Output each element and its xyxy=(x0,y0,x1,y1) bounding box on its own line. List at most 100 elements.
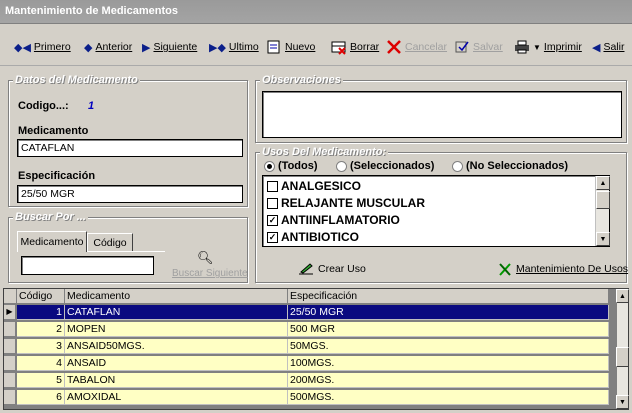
cell-codigo[interactable]: 6 xyxy=(17,390,65,405)
radio-no-seleccionados-dot xyxy=(452,160,463,172)
table-row[interactable]: ▶ 1 CATAFLAN 25/50 MGR xyxy=(4,305,609,320)
tab-codigo[interactable]: Código xyxy=(87,233,133,251)
table-row[interactable]: 3 ANSAID50MGS. 50MGS. xyxy=(4,339,609,354)
toolbar: ◆◀ Primero ◆ Anterior ▶ Siguiente ▶◆ Ult… xyxy=(0,24,632,66)
codigo-label: Codigo...: xyxy=(18,100,69,112)
row-indicator[interactable] xyxy=(4,373,16,388)
radio-todos[interactable]: (Todos) xyxy=(264,160,318,172)
header-codigo[interactable]: Código xyxy=(17,289,65,304)
cell-codigo[interactable]: 3 xyxy=(17,339,65,354)
row-indicator[interactable] xyxy=(4,356,16,371)
cell-medicamento[interactable]: MOPEN xyxy=(65,322,288,337)
grid-scroll-up-icon[interactable]: ▲ xyxy=(616,289,629,303)
medicamentos-grid: Código Medicamento Especificación ▶ 1 CATA… xyxy=(3,288,629,410)
uso-item-analgesico[interactable]: ANALGESICO xyxy=(267,179,361,193)
radio-todos-dot xyxy=(264,160,275,172)
ultimo-button[interactable]: ▶◆ Ultimo xyxy=(209,38,259,56)
uso-item-antiinflamatorio[interactable]: ✓ ANTIINFLAMATORIO xyxy=(267,213,400,227)
scroll-down-icon[interactable]: ▼ xyxy=(596,232,610,246)
cell-codigo[interactable]: 4 xyxy=(17,356,65,371)
row-pointer-icon[interactable]: ▶ xyxy=(4,305,16,320)
title-bar: Mantenimiento de Medicamentos xyxy=(0,0,632,24)
grid-corner xyxy=(4,289,17,304)
cell-codigo[interactable]: 5 xyxy=(17,373,65,388)
cell-especificacion[interactable]: 500 MGR xyxy=(288,322,609,337)
siguiente-button[interactable]: ▶ Siguiente xyxy=(142,38,197,56)
table-row[interactable]: 2 MOPEN 500 MGR xyxy=(4,322,609,337)
radio-seleccionados-dot xyxy=(336,160,347,172)
scroll-up-icon[interactable]: ▲ xyxy=(596,176,610,190)
medicamento-field[interactable]: CATAFLAN xyxy=(17,139,243,157)
grid-scroll-down-icon[interactable]: ▼ xyxy=(616,395,629,409)
observaciones-textarea[interactable] xyxy=(262,91,622,138)
magnifier-icon[interactable]: 🔍︎ xyxy=(197,250,214,266)
cell-especificacion[interactable]: 25/50 MGR xyxy=(288,305,609,320)
cell-medicamento[interactable]: TABALON xyxy=(65,373,288,388)
salir-button[interactable]: ◀ Salir xyxy=(592,38,624,56)
primero-button[interactable]: ◆◀ Primero xyxy=(14,38,71,56)
buscar-input[interactable] xyxy=(21,256,154,275)
cell-codigo[interactable]: 2 xyxy=(17,322,65,337)
grid-scrollbar[interactable]: ▲ ▼ xyxy=(616,289,629,409)
scroll-thumb[interactable] xyxy=(596,191,610,209)
cell-medicamento[interactable]: AMOXIDAL xyxy=(65,390,288,405)
checkbox-relajante[interactable] xyxy=(267,197,278,209)
delete-table-icon xyxy=(331,41,346,55)
last-arrow-icon: ▶◆ xyxy=(209,41,226,54)
checkbox-antibiotico[interactable]: ✓ xyxy=(267,231,278,243)
table-row[interactable]: 5 TABALON 200MGS. xyxy=(4,373,609,388)
usos-scrollbar[interactable]: ▲ ▼ xyxy=(595,176,610,246)
observaciones-group-title: Observaciones xyxy=(260,74,343,86)
especificacion-field[interactable]: 25/50 MGR xyxy=(17,185,243,203)
checkbox-analgesico[interactable] xyxy=(267,180,278,192)
cancelar-button[interactable]: Cancelar xyxy=(386,38,447,56)
window-title: Mantenimiento de Medicamentos xyxy=(5,5,178,17)
new-document-icon xyxy=(267,40,280,54)
prev-arrow-icon: ◆ xyxy=(84,41,93,54)
header-especificacion[interactable]: Especificación xyxy=(288,289,609,304)
salvar-button[interactable]: Salvar xyxy=(454,38,503,56)
imprimir-button[interactable]: ▼ Imprimir xyxy=(514,38,582,56)
cell-medicamento[interactable]: ANSAID xyxy=(65,356,288,371)
radio-no-seleccionados[interactable]: (No Seleccionados) xyxy=(452,160,568,172)
uso-item-relajante[interactable]: RELAJANTE MUSCULAR xyxy=(267,196,425,210)
tab-medicamento[interactable]: Medicamento xyxy=(17,231,87,252)
tools-icon xyxy=(499,263,511,276)
table-row[interactable]: 6 AMOXIDAL 500MGS. xyxy=(4,390,609,405)
usos-list: ANALGESICO RELAJANTE MUSCULAR ✓ ANTIINFLA… xyxy=(262,175,610,247)
codigo-value: 1 xyxy=(88,100,95,112)
create-pencil-icon xyxy=(299,263,313,275)
row-indicator[interactable] xyxy=(4,339,16,354)
radio-seleccionados[interactable]: (Seleccionados) xyxy=(336,160,434,172)
cell-codigo[interactable]: 1 xyxy=(17,305,65,320)
nuevo-button[interactable]: Nuevo xyxy=(266,38,315,56)
uso-item-antibiotico[interactable]: ✓ ANTIBIOTICO xyxy=(267,230,359,244)
first-arrow-icon: ◆◀ xyxy=(14,41,31,54)
mantenimiento-usos-button[interactable]: Mantenimiento De Usos xyxy=(498,262,628,276)
next-arrow-icon: ▶ xyxy=(142,41,151,54)
row-indicator[interactable] xyxy=(4,390,16,405)
exit-arrow-icon: ◀ xyxy=(592,41,601,54)
usos-filter-row: (Todos) (Seleccionados) (No Seleccionado… xyxy=(262,160,622,174)
dropdown-arrow-icon: ▼ xyxy=(533,42,541,52)
usos-group-title: Usos Del Medicamento: xyxy=(260,146,389,158)
grid-scroll-thumb[interactable] xyxy=(616,347,629,367)
medicamento-label: Medicamento xyxy=(18,125,89,137)
header-medicamento[interactable]: Medicamento xyxy=(65,289,288,304)
cell-especificacion[interactable]: 500MGS. xyxy=(288,390,609,405)
cancel-icon xyxy=(387,40,401,54)
buscar-siguiente-button[interactable]: Buscar Siguiente xyxy=(172,268,248,279)
table-row[interactable]: 4 ANSAID 100MGS. xyxy=(4,356,609,371)
datos-group-title: Datos del Medicamento xyxy=(13,74,140,86)
cell-especificacion[interactable]: 200MGS. xyxy=(288,373,609,388)
checkbox-antiinflamatorio[interactable]: ✓ xyxy=(267,214,278,226)
anterior-button[interactable]: ◆ Anterior xyxy=(84,38,132,56)
printer-icon xyxy=(515,40,529,54)
cell-especificacion[interactable]: 50MGS. xyxy=(288,339,609,354)
cell-medicamento[interactable]: CATAFLAN xyxy=(65,305,288,320)
cell-medicamento[interactable]: ANSAID50MGS. xyxy=(65,339,288,354)
borrar-button[interactable]: Borrar xyxy=(331,38,379,56)
cell-especificacion[interactable]: 100MGS. xyxy=(288,356,609,371)
row-indicator[interactable] xyxy=(4,322,16,337)
crear-uso-button[interactable]: Crear Uso xyxy=(298,262,366,276)
